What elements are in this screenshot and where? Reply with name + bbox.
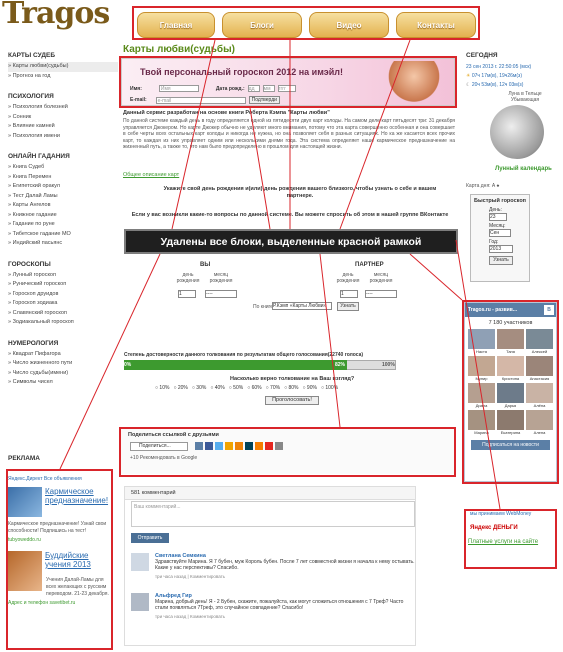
pointer-line <box>171 39 216 230</box>
pointer-line <box>59 253 161 470</box>
pointer-line <box>339 39 411 230</box>
red-pointer-lines <box>59 39 501 510</box>
pointer-line <box>409 253 463 301</box>
pointer-line <box>319 253 341 428</box>
pointer-line <box>249 107 271 230</box>
pointer-line <box>455 239 501 510</box>
